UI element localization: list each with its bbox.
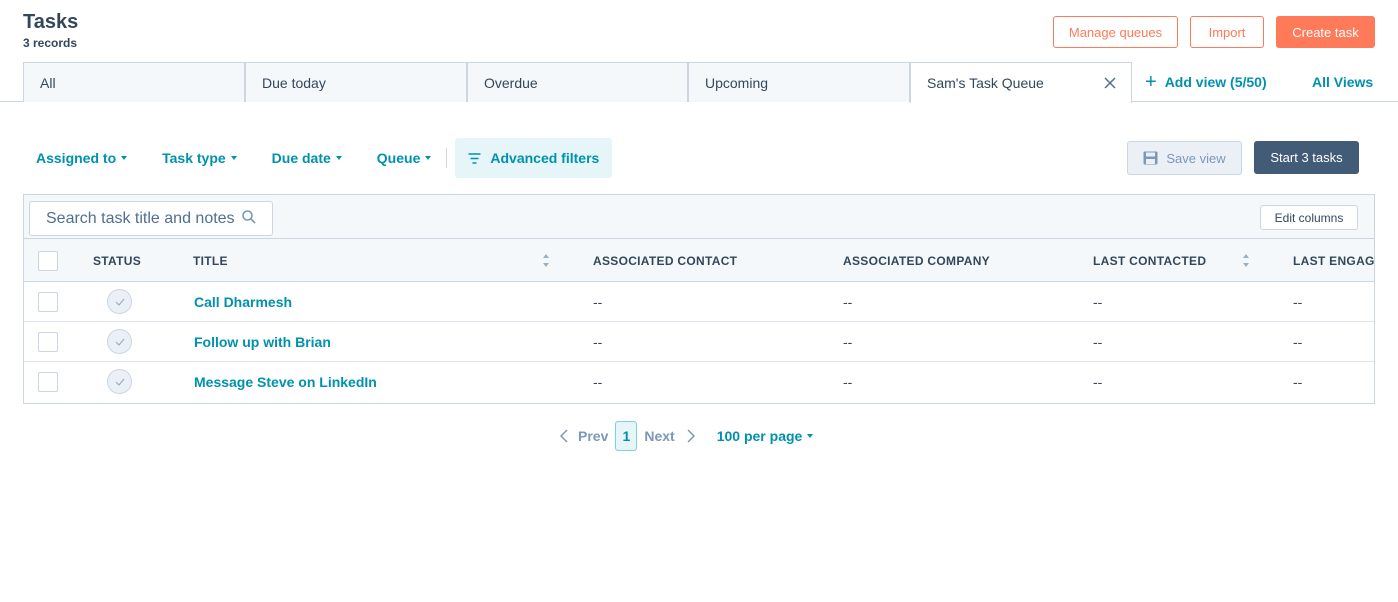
search-input[interactable] [29, 201, 273, 236]
next-label: Next [644, 428, 675, 444]
complete-task-button[interactable] [107, 329, 132, 354]
save-view-button[interactable]: Save view [1127, 141, 1242, 175]
column-header-status: STATUS [93, 253, 142, 268]
next-page-button[interactable]: Next [644, 428, 695, 444]
tab-upcoming[interactable]: Upcoming [688, 62, 910, 102]
check-icon [115, 298, 124, 306]
tab-label: Due today [262, 74, 326, 91]
column-header-last-contacted[interactable]: LAST CONTACTED [1093, 239, 1206, 282]
filter-label: Assigned to [36, 150, 117, 166]
row-checkbox[interactable] [38, 332, 58, 352]
view-tabs: All Due today Overdue Upcoming Sam's Tas… [0, 62, 1398, 103]
record-count: 3 records [23, 36, 78, 50]
tab-label: Overdue [484, 74, 538, 91]
column-header-associated-company[interactable]: ASSOCIATED COMPANY [843, 239, 990, 282]
caret-down-icon [121, 156, 128, 160]
associated-contact-cell: -- [593, 294, 603, 310]
column-header-title[interactable]: TITLE [193, 239, 228, 282]
table-row: Follow up with Brian -- -- -- -- [24, 322, 1374, 362]
tasks-table: Edit columns STATUS TITLE ASSOCIATED CON… [23, 194, 1375, 404]
last-contacted-cell: -- [1093, 294, 1103, 310]
last-contacted-cell: -- [1093, 334, 1103, 350]
tab-label: All [40, 74, 56, 91]
table-row: Call Dharmesh -- -- -- -- [24, 282, 1374, 322]
filter-label: Task type [162, 150, 226, 166]
tab-label: Upcoming [705, 74, 769, 91]
all-views-link[interactable]: All Views [1312, 62, 1373, 102]
per-page-label: 100 per page [716, 428, 803, 444]
tab-overdue[interactable]: Overdue [467, 62, 688, 102]
create-task-button[interactable]: Create task [1276, 16, 1375, 48]
last-contacted-cell: -- [1093, 374, 1103, 390]
row-checkbox[interactable] [38, 372, 58, 392]
edit-columns-button[interactable]: Edit columns [1260, 205, 1358, 230]
filter-icon [468, 152, 481, 164]
search-icon[interactable] [242, 210, 256, 224]
select-all-checkbox[interactable] [38, 251, 58, 271]
caret-down-icon [807, 434, 814, 438]
queue-filter[interactable]: Queue [355, 138, 445, 178]
chevron-left-icon [560, 429, 568, 443]
associated-company-cell: -- [843, 334, 853, 350]
tab-label: Sam's Task Queue [927, 75, 1044, 91]
prev-page-button[interactable]: Prev [560, 428, 608, 444]
table-toolbar: Edit columns [24, 195, 1374, 239]
associated-contact-cell: -- [593, 374, 603, 390]
complete-task-button[interactable] [107, 289, 132, 314]
add-view-button[interactable]: + Add view (5/50) [1145, 62, 1267, 102]
advanced-filters-button[interactable]: Advanced filters [455, 138, 613, 178]
task-title-link[interactable]: Call Dharmesh [194, 282, 292, 322]
caret-down-icon [425, 156, 432, 160]
start-tasks-button[interactable]: Start 3 tasks [1254, 141, 1359, 174]
assigned-to-filter[interactable]: Assigned to [23, 138, 140, 178]
advanced-filters-label: Advanced filters [490, 150, 600, 166]
chevron-right-icon [687, 429, 695, 443]
save-icon [1143, 151, 1158, 165]
pagination: Prev 1 Next 100 per page [560, 421, 814, 451]
tab-due-today[interactable]: Due today [245, 62, 467, 102]
filter-label: Due date [271, 150, 331, 166]
page-header: Tasks 3 records [23, 10, 78, 50]
task-title-link[interactable]: Follow up with Brian [194, 322, 331, 362]
plus-icon: + [1145, 71, 1157, 93]
page-number-button[interactable]: 1 [615, 421, 638, 451]
caret-down-icon [230, 156, 237, 160]
task-title-link[interactable]: Message Steve on LinkedIn [194, 362, 377, 402]
check-icon [115, 338, 124, 346]
row-checkbox[interactable] [38, 292, 58, 312]
last-engagement-cell: -- [1293, 334, 1303, 350]
import-button[interactable]: Import [1190, 16, 1264, 48]
column-header-last-engagement[interactable]: LAST ENGAGEMENT [1293, 239, 1374, 282]
last-engagement-cell: -- [1293, 374, 1303, 390]
table-header: STATUS TITLE ASSOCIATED CONTACT ASSOCIAT… [24, 239, 1374, 282]
caret-down-icon [335, 156, 342, 160]
per-page-dropdown[interactable]: 100 per page [717, 428, 814, 444]
filter-divider [446, 148, 448, 168]
check-icon [115, 378, 124, 386]
last-engagement-cell: -- [1293, 294, 1303, 310]
associated-company-cell: -- [843, 294, 853, 310]
filter-bar: Assigned to Task type Due date Queue Adv… [23, 138, 613, 178]
table-row: Message Steve on LinkedIn -- -- -- -- [24, 362, 1374, 402]
close-icon[interactable] [1103, 76, 1117, 90]
sort-icon[interactable] [1242, 253, 1250, 268]
manage-queues-button[interactable]: Manage queues [1053, 16, 1178, 48]
tab-sams-task-queue[interactable]: Sam's Task Queue [910, 62, 1132, 103]
filter-label: Queue [376, 150, 421, 166]
sort-icon[interactable] [542, 253, 550, 268]
due-date-filter[interactable]: Due date [250, 138, 355, 178]
add-view-label: Add view (5/50) [1164, 74, 1267, 90]
prev-label: Prev [578, 428, 609, 444]
tab-all[interactable]: All [23, 62, 245, 102]
page-title: Tasks [23, 11, 79, 33]
task-type-filter[interactable]: Task type [140, 138, 250, 178]
complete-task-button[interactable] [107, 369, 132, 394]
associated-contact-cell: -- [593, 334, 603, 350]
save-view-label: Save view [1166, 150, 1226, 166]
associated-company-cell: -- [843, 374, 853, 390]
column-header-associated-contact[interactable]: ASSOCIATED CONTACT [593, 239, 737, 282]
